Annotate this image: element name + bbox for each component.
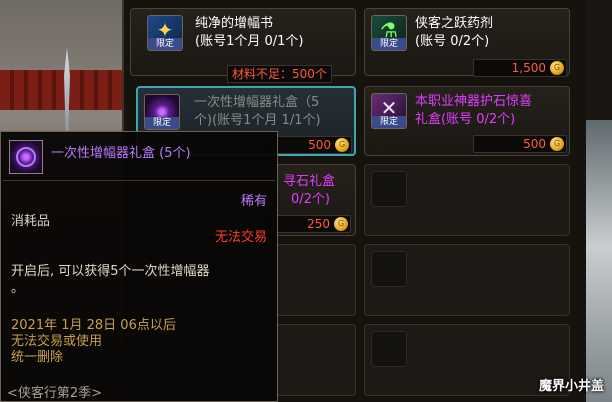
tooltip-title: 一次性增幅器礼盒 (5个) <box>51 146 191 161</box>
description-line: 。 <box>11 281 25 296</box>
trade-restriction-label: 无法交易 <box>214 230 267 245</box>
empty-slot-icon <box>371 251 407 287</box>
gold-coin-icon <box>550 137 564 151</box>
item-name: 本职业神器护石惊喜 <box>415 94 533 109</box>
item-name: 纯净的增幅书 <box>195 16 274 31</box>
item-name: 寻石礼盒 <box>283 174 336 189</box>
item-tooltip: 一次性增幅器礼盒 (5个) 稀有 消耗品 无法交易 开启后, 可以获得5个一次性… <box>0 131 278 402</box>
watermark: 魔界小井盖 <box>538 379 604 394</box>
empty-slot-icon <box>371 331 407 367</box>
expiry-note: 统一删除 <box>11 350 64 365</box>
shop-item-jump-potion[interactable]: ⚗ 限定 侠客之跃药剂 (账号 0/2个) 1,500 <box>364 8 570 77</box>
spear-ornament <box>64 48 70 138</box>
item-limit: (账号 0/2个) <box>415 34 490 49</box>
shop-slot-empty[interactable] <box>364 164 570 236</box>
item-limit: 礼盒(账号 0/2个) <box>415 112 516 127</box>
item-limit: 0/2个) <box>291 192 330 207</box>
gold-coin-icon <box>334 217 348 231</box>
gold-coin-icon <box>335 138 349 152</box>
divider <box>3 180 275 181</box>
item-name: 一次性增幅器礼盒（5 <box>194 95 320 110</box>
item-name: 侠客之跃药剂 <box>415 16 494 31</box>
shop-item-pure-amp-book[interactable]: ✦ 限定 纯净的增幅书 (账号1个月 0/1个) 材料不足：500个 <box>130 8 356 83</box>
amplifier-box-icon <box>9 140 43 174</box>
shop-item-talisman-box[interactable]: ✕ 限定 本职业神器护石惊喜 礼盒(账号 0/2个) 500 <box>364 86 570 156</box>
season-footer: <侠客行第2季> <box>7 386 103 401</box>
item-limit: (账号1个月 0/1个) <box>195 34 304 49</box>
amplifier-box-icon: 限定 <box>144 94 180 130</box>
item-limit: 个)(账号1个月 1/1个) <box>194 113 321 128</box>
price-tag: 500 <box>473 135 567 153</box>
category-label: 消耗品 <box>11 214 51 229</box>
gold-coin-icon <box>550 61 564 75</box>
material-shortage-label: 材料不足：500个 <box>227 65 332 83</box>
description-line: 开启后, 可以获得5个一次性增幅器 <box>11 264 210 279</box>
talisman-box-icon: ✕ 限定 <box>371 93 407 129</box>
empty-slot-icon <box>371 171 407 207</box>
rarity-label: 稀有 <box>240 194 267 209</box>
book-icon: ✦ 限定 <box>147 15 183 51</box>
price-tag: 1,500 <box>473 59 567 77</box>
shop-slot-empty[interactable] <box>364 244 570 316</box>
potion-icon: ⚗ 限定 <box>371 15 407 51</box>
